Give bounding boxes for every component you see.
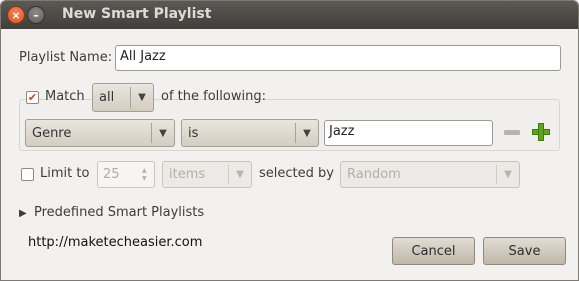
limit-order-dropdown[interactable]: Random ▼ <box>340 161 520 188</box>
triangle-down-icon: ▼ <box>236 169 244 180</box>
match-suffix-label: of the following: <box>161 89 266 104</box>
window-title: New Smart Playlist <box>62 6 212 22</box>
rule-operator-value: is <box>188 125 199 141</box>
smart-playlist-dialog: × – New Smart Playlist Playlist Name: Al… <box>0 0 579 281</box>
minimize-icon: – <box>33 8 39 22</box>
minus-icon[interactable] <box>504 130 520 135</box>
triangle-down-icon: ▼ <box>138 92 146 103</box>
rule-value-input[interactable]: Jazz <box>324 120 493 146</box>
match-checkbox[interactable]: ✔ <box>26 91 39 104</box>
plus-icon[interactable] <box>532 123 550 141</box>
limit-label: Limit to <box>40 166 90 181</box>
match-mode-value: all <box>99 90 115 105</box>
match-label: Match <box>45 89 85 104</box>
triangle-down-icon: ▼ <box>504 169 512 180</box>
limit-unit-dropdown[interactable]: items ▼ <box>162 161 252 188</box>
limit-amount-spinner[interactable]: 25 ▲ ▼ <box>97 161 155 188</box>
close-icon: × <box>11 8 21 22</box>
check-mark-icon: ✔ <box>27 91 38 104</box>
triangle-down-icon: ▼ <box>159 127 167 139</box>
limit-unit-value: items <box>169 167 206 182</box>
selected-by-label: selected by <box>259 166 334 181</box>
triangle-down-icon: ▼ <box>303 127 311 139</box>
rule-field-value: Genre <box>32 125 72 141</box>
window-minimize-button[interactable]: – <box>27 6 45 24</box>
playlist-name-label: Playlist Name: <box>19 50 113 65</box>
match-mode-dropdown[interactable]: all ▼ <box>92 83 154 112</box>
spin-up-icon[interactable]: ▲ <box>142 167 154 175</box>
rule-operator-dropdown[interactable]: is ▼ <box>181 119 319 147</box>
predefined-playlists-expander[interactable]: Predefined Smart Playlists <box>34 205 204 220</box>
playlist-name-input[interactable]: All Jazz <box>115 45 561 71</box>
title-bar: × – New Smart Playlist <box>1 1 578 29</box>
limit-checkbox[interactable] <box>21 168 34 181</box>
limit-order-value: Random <box>347 167 401 182</box>
spin-down-icon[interactable]: ▼ <box>142 175 154 183</box>
rule-field-dropdown[interactable]: Genre ▼ <box>25 119 175 147</box>
watermark-text: http://maketecheasier.com <box>28 235 203 250</box>
cancel-button[interactable]: Cancel <box>392 237 475 265</box>
limit-amount-value: 25 <box>103 167 120 182</box>
save-button[interactable]: Save <box>483 237 566 265</box>
window-close-button[interactable]: × <box>7 6 25 24</box>
triangle-right-icon[interactable]: ▶ <box>19 208 27 219</box>
